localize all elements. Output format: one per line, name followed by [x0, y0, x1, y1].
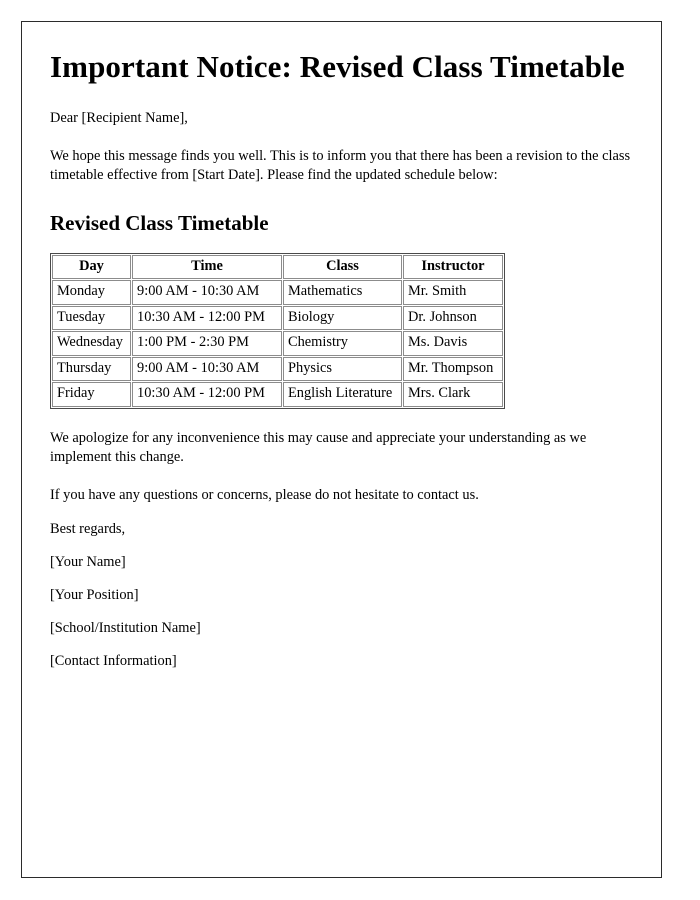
column-header-class: Class [283, 255, 402, 280]
cell-instructor: Mr. Thompson [403, 356, 503, 382]
column-header-instructor: Instructor [403, 255, 503, 280]
cell-class: Chemistry [283, 331, 402, 356]
cell-time: 1:00 PM - 2:30 PM [132, 331, 282, 356]
timetable-table: Day Time Class Instructor Monday 9:00 AM… [50, 253, 505, 409]
cell-instructor: Mr. Smith [403, 280, 503, 305]
cell-day: Friday [52, 382, 131, 407]
cell-class: English Literature [283, 382, 402, 407]
document-body: Important Notice: Revised Class Timetabl… [22, 22, 661, 671]
table-row: Friday 10:30 AM - 12:00 PM English Liter… [52, 382, 503, 407]
column-header-time: Time [132, 255, 282, 280]
apology-paragraph: We apologize for any inconvenience this … [50, 429, 587, 465]
table-row: Monday 9:00 AM - 10:30 AM Mathematics Mr… [52, 280, 503, 305]
cell-instructor: Dr. Johnson [403, 305, 503, 331]
cell-day: Tuesday [52, 305, 131, 331]
cell-time: 9:00 AM - 10:30 AM [132, 280, 282, 305]
table-row: Tuesday 10:30 AM - 12:00 PM Biology Dr. … [52, 305, 503, 331]
cell-instructor: Ms. Davis [403, 331, 503, 356]
cell-instructor: Mrs. Clark [403, 382, 503, 407]
cell-time: 10:30 AM - 12:00 PM [132, 305, 282, 331]
cell-class: Mathematics [283, 280, 402, 305]
signature-name: [Your Name] [50, 553, 126, 570]
cell-class: Biology [283, 305, 402, 331]
table-row: Thursday 9:00 AM - 10:30 AM Physics Mr. … [52, 356, 503, 382]
signature-institution: [School/Institution Name] [50, 619, 201, 636]
signature-position: [Your Position] [50, 586, 139, 603]
closing-text: Best regards, [50, 520, 126, 537]
cell-day: Thursday [52, 356, 131, 382]
cell-day: Wednesday [52, 331, 131, 356]
salutation-text: Dear [Recipient Name], [50, 109, 188, 126]
cell-class: Physics [283, 356, 402, 382]
signature-contact: [Contact Information] [50, 652, 177, 669]
table-header-row: Day Time Class Instructor [52, 255, 503, 280]
cell-day: Monday [52, 280, 131, 305]
cell-time: 9:00 AM - 10:30 AM [132, 356, 282, 382]
intro-paragraph: We hope this message finds you well. Thi… [50, 147, 631, 183]
section-heading-timetable: Revised Class Timetable [50, 210, 269, 235]
cell-time: 10:30 AM - 12:00 PM [132, 382, 282, 407]
table-row: Wednesday 1:00 PM - 2:30 PM Chemistry Ms… [52, 331, 503, 356]
document-page: Important Notice: Revised Class Timetabl… [21, 21, 662, 878]
contact-paragraph: If you have any questions or concerns, p… [50, 486, 479, 503]
column-header-day: Day [52, 255, 131, 280]
page-title: Important Notice: Revised Class Timetabl… [50, 49, 625, 84]
